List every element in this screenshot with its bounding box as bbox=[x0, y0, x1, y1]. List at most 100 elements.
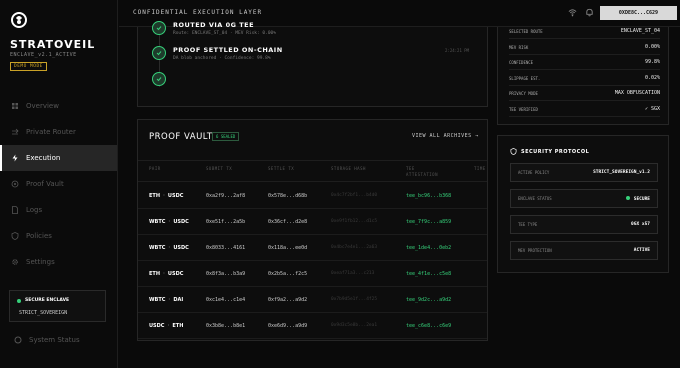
column-header: STORAGE HASH bbox=[331, 166, 366, 171]
field-label: MEV PROTECTION bbox=[518, 248, 552, 253]
settle-tx-cell[interactable]: 0xe6d9...a9d9 bbox=[268, 323, 307, 329]
secure-enclave-card: SECURE ENCLAVE STRICT_SOVEREIGN bbox=[9, 290, 106, 322]
bolt-icon bbox=[12, 154, 18, 162]
timeline-step-2 bbox=[152, 72, 173, 86]
security-field: TEE TYPE 0GX x57 bbox=[510, 215, 658, 234]
field-label: TEE TYPE bbox=[518, 222, 538, 227]
timeline-step-0: ROUTED VIA 0G TEE Route: ENCLAVE_ST_04 · … bbox=[152, 21, 276, 36]
route-metrics-panel: SELECTED ROUTE ENCLAVE_ST_04 MEV RISK 0.00%… bbox=[497, 27, 669, 125]
settle-tx-cell[interactable]: 0x36cf...d2e8 bbox=[268, 219, 307, 225]
storage-hash-cell[interactable]: 0x9d3c5e8b...2ea1 bbox=[331, 323, 377, 328]
table-row[interactable]: ETH · USDC 0xa2f9...2af8 0x578e...d68b 0x4c7f… bbox=[138, 183, 487, 209]
sidebar-item-label: Logs bbox=[26, 206, 43, 214]
table-row[interactable]: WBTC · USDC 0x8033...4161 0x118a...ee0d 0x4bc… bbox=[138, 235, 487, 261]
sealed-count-badge: 6 SEALED bbox=[212, 132, 240, 141]
vault-title: PROOF VAULT bbox=[149, 132, 213, 142]
routing-timeline: ROUTED VIA 0G TEE Route: ENCLAVE_ST_04 · … bbox=[137, 21, 488, 107]
enclave-id: ENCLAVE_v2.1_ACTIVE bbox=[10, 52, 77, 58]
tee-attestation-cell[interactable]: tee_bc96...b368 bbox=[406, 193, 451, 199]
sidebar-item-label: Private Router bbox=[26, 128, 76, 136]
wifi-icon[interactable] bbox=[568, 8, 577, 17]
status-dot bbox=[625, 196, 630, 200]
step-subtitle: Route: ENCLAVE_ST_04 · MEV Risk: 0.00% bbox=[173, 31, 276, 36]
vault-icon bbox=[11, 180, 19, 188]
metric-value: 0.00% bbox=[644, 43, 660, 50]
tee-attestation-cell[interactable]: tee_9d2c...a9d2 bbox=[406, 297, 451, 303]
metric-value: MAX OBFUSCATION bbox=[614, 90, 660, 96]
metric-value: 99.8% bbox=[644, 59, 660, 65]
sidebar-item-label: Settings bbox=[26, 258, 55, 266]
tee-attestation-cell[interactable]: tee_c6e8...c6e9 bbox=[406, 323, 451, 329]
sidebar-item-private-router[interactable]: Private Router bbox=[0, 119, 117, 145]
tee-attestation-cell[interactable]: tee_7f9c...a859 bbox=[406, 219, 451, 225]
metric-row: MEV RISK 0.00% bbox=[509, 40, 660, 55]
metric-label: PRIVACY MODE bbox=[509, 91, 538, 96]
status-dot bbox=[17, 298, 21, 303]
table-header: PAIR SUBMIT TX SETTLE TX STORAGE HASH TEE AT… bbox=[138, 160, 487, 182]
sidebar-item-proof-vault[interactable]: Proof Vault bbox=[0, 171, 117, 197]
storage-hash-cell[interactable]: 0x7b9d5e1f...4f25 bbox=[331, 297, 377, 302]
column-header: PAIR bbox=[149, 166, 161, 171]
page-title: CONFIDENTIAL EXECUTION LAYER bbox=[133, 9, 263, 16]
storage-hash-cell[interactable]: 0x4bc7e4e1...2a63 bbox=[331, 245, 377, 250]
sidebar-item-execution[interactable]: Execution bbox=[0, 145, 117, 171]
tee-attestation-cell[interactable]: tee_4f1e...c5e8 bbox=[406, 271, 451, 277]
pair-cell: WBTC · USDC bbox=[149, 245, 189, 251]
table-row[interactable]: ETH · USDC 0x8f3a...b3a9 0x2b5a...f2c5 0xeaf7… bbox=[138, 261, 487, 287]
pair-cell: USDC · ETH bbox=[149, 323, 184, 329]
arrows-icon bbox=[12, 128, 19, 135]
metric-value: ✓ SGX bbox=[644, 105, 660, 112]
table-row[interactable]: USDC · ETH 0x3b8e...b8e1 0xe6d9...a9d9 0x9d3c… bbox=[138, 313, 487, 339]
shield-icon bbox=[11, 232, 19, 240]
check-icon bbox=[152, 72, 166, 86]
submit-tx-cell[interactable]: 0xc1e4...c1e4 bbox=[206, 297, 245, 303]
security-field: ENCLAVE STATUS SECURE bbox=[510, 189, 658, 208]
system-status-link[interactable]: System Status bbox=[14, 336, 80, 344]
pair-cell: WBTC · DAI bbox=[149, 297, 184, 303]
sidebar: STRATOVEIL ENCLAVE_v2.1_ACTIVE DEMO MODE… bbox=[0, 0, 118, 368]
submit-tx-cell[interactable]: 0x8f3a...b3a9 bbox=[206, 271, 245, 277]
column-header: SUBMIT TX bbox=[206, 166, 233, 171]
submit-tx-cell[interactable]: 0x8033...4161 bbox=[206, 245, 245, 251]
column-header: TIME bbox=[474, 166, 486, 171]
metric-row: SELECTED ROUTE ENCLAVE_ST_04 bbox=[509, 24, 660, 39]
submit-tx-cell[interactable]: 0x3b8e...b8e1 bbox=[206, 323, 245, 329]
sidebar-item-label: Execution bbox=[26, 154, 61, 162]
metric-row: PRIVACY MODE MAX OBFUSCATION bbox=[509, 86, 660, 101]
field-value: 0GX x57 bbox=[631, 222, 650, 227]
metric-label: MEV RISK bbox=[509, 44, 529, 50]
security-field: MEV PROTECTION ACTIVE bbox=[510, 241, 658, 260]
settle-tx-cell[interactable]: 0x118a...ee0d bbox=[268, 245, 307, 251]
sidebar-item-overview[interactable]: Overview bbox=[0, 93, 117, 119]
settle-tx-cell[interactable]: 0x578e...d68b bbox=[268, 193, 307, 199]
step-title: PROOF SETTLED ON-CHAIN bbox=[173, 46, 283, 54]
sidebar-item-settings[interactable]: Settings bbox=[0, 249, 117, 275]
submit-tx-cell[interactable]: 0xe51f...2a5b bbox=[206, 219, 245, 225]
storage-hash-cell[interactable]: 0xe9f1fb12...d1c5 bbox=[331, 219, 377, 224]
settle-tx-cell[interactable]: 0xf9a2...a9d2 bbox=[268, 297, 307, 303]
status-circle-icon bbox=[14, 336, 22, 344]
metric-label: SLIPPAGE EST. bbox=[509, 75, 541, 81]
settle-tx-cell[interactable]: 0x2b5a...f2c5 bbox=[268, 271, 307, 277]
sidebar-item-label: Proof Vault bbox=[26, 180, 64, 188]
submit-tx-cell[interactable]: 0xa2f9...2af8 bbox=[206, 193, 245, 199]
proof-vault-panel: PROOF VAULT 6 SEALED VIEW ALL ARCHIVES →… bbox=[137, 119, 488, 341]
storage-hash-cell[interactable]: 0xeaf71a3...c213 bbox=[331, 271, 374, 276]
table-row[interactable]: WBTC · DAI 0xc1e4...c1e4 0xf9a2...a9d2 0x7b9d… bbox=[138, 287, 487, 313]
gear-icon bbox=[12, 259, 18, 265]
field-label: ENCLAVE STATUS bbox=[518, 196, 552, 201]
wallet-address-button[interactable]: 0XDE8C...C629 bbox=[600, 6, 677, 20]
storage-hash-cell[interactable]: 0x4c7f2bf1...b4d0 bbox=[331, 193, 377, 198]
step-title: ROUTED VIA 0G TEE bbox=[173, 21, 255, 29]
metric-label: CONFIDENCE bbox=[509, 60, 534, 65]
field-value: STRICT_SOVEREIGN_v1.2 bbox=[593, 170, 650, 175]
pair-cell: WBTC · USDC bbox=[149, 219, 189, 225]
table-row[interactable]: WBTC · USDC 0xe51f...2a5b 0x36cf...d2e8 0xe9f… bbox=[138, 209, 487, 235]
timeline-time: 2:24:21 PM bbox=[445, 48, 470, 53]
bell-icon[interactable] bbox=[585, 8, 594, 17]
sidebar-item-logs[interactable]: Logs bbox=[0, 197, 117, 223]
tee-attestation-cell[interactable]: tee_1de4...0eb2 bbox=[406, 245, 451, 251]
sidebar-item-policies[interactable]: Policies bbox=[0, 223, 117, 249]
view-all-archives-link[interactable]: VIEW ALL ARCHIVES → bbox=[412, 133, 479, 139]
field-value: SECURE bbox=[625, 196, 650, 202]
